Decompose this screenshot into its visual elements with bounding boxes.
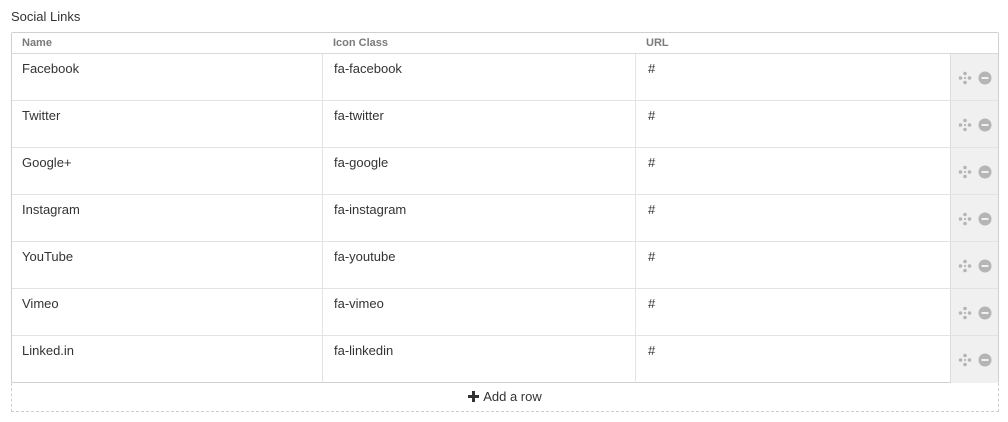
icon-class-cell[interactable]: fa-google [323, 148, 636, 194]
name-cell[interactable]: Google+ [12, 148, 323, 194]
url-cell[interactable]: # [636, 242, 950, 288]
add-row-label: Add a row [483, 389, 542, 404]
name-cell[interactable]: Twitter [12, 101, 323, 147]
move-icon[interactable] [958, 306, 972, 320]
move-icon[interactable] [958, 165, 972, 179]
row-actions [950, 148, 998, 194]
table-row: Vimeo fa-vimeo # [12, 289, 998, 336]
icon-class-cell[interactable]: fa-instagram [323, 195, 636, 241]
remove-row-icon[interactable] [978, 353, 992, 367]
remove-row-icon[interactable] [978, 259, 992, 273]
icon-class-cell[interactable]: fa-facebook [323, 54, 636, 100]
table-row: Linked.in fa-linkedin # [12, 336, 998, 383]
row-actions [950, 101, 998, 147]
table-row: Google+ fa-google # [12, 148, 998, 195]
move-icon[interactable] [958, 259, 972, 273]
row-actions [950, 336, 998, 383]
row-actions [950, 289, 998, 335]
remove-row-icon[interactable] [978, 165, 992, 179]
column-header-icon-class: Icon Class [333, 37, 389, 49]
url-cell[interactable]: # [636, 148, 950, 194]
icon-class-cell[interactable]: fa-vimeo [323, 289, 636, 335]
grid-header: Name Icon Class URL [12, 33, 998, 54]
column-header-url: URL [646, 37, 669, 49]
row-actions [950, 54, 998, 100]
url-cell[interactable]: # [636, 54, 950, 100]
move-icon[interactable] [958, 353, 972, 367]
row-actions [950, 242, 998, 288]
add-row-button[interactable]: Add a row [11, 383, 999, 412]
section-title: Social Links [11, 9, 81, 24]
remove-row-icon[interactable] [978, 212, 992, 226]
url-cell[interactable]: # [636, 289, 950, 335]
url-cell[interactable]: # [636, 195, 950, 241]
icon-class-cell[interactable]: fa-youtube [323, 242, 636, 288]
name-cell[interactable]: Instagram [12, 195, 323, 241]
move-icon[interactable] [958, 71, 972, 85]
plus-icon [468, 391, 480, 402]
table-row: Facebook fa-facebook # [12, 54, 998, 101]
icon-class-cell[interactable]: fa-twitter [323, 101, 636, 147]
table-row: YouTube fa-youtube # [12, 242, 998, 289]
name-cell[interactable]: Vimeo [12, 289, 323, 335]
url-cell[interactable]: # [636, 101, 950, 147]
remove-row-icon[interactable] [978, 71, 992, 85]
remove-row-icon[interactable] [978, 306, 992, 320]
name-cell[interactable]: Linked.in [12, 336, 323, 383]
column-header-name: Name [22, 37, 52, 49]
url-cell[interactable]: # [636, 336, 950, 383]
name-cell[interactable]: YouTube [12, 242, 323, 288]
move-icon[interactable] [958, 212, 972, 226]
social-links-grid: Name Icon Class URL Facebook fa-facebook… [11, 32, 999, 383]
move-icon[interactable] [958, 118, 972, 132]
row-actions [950, 195, 998, 241]
remove-row-icon[interactable] [978, 118, 992, 132]
table-row: Twitter fa-twitter # [12, 101, 998, 148]
icon-class-cell[interactable]: fa-linkedin [323, 336, 636, 383]
name-cell[interactable]: Facebook [12, 54, 323, 100]
table-row: Instagram fa-instagram # [12, 195, 998, 242]
grid-rows: Facebook fa-facebook # Twitter fa-twitte… [12, 54, 998, 383]
